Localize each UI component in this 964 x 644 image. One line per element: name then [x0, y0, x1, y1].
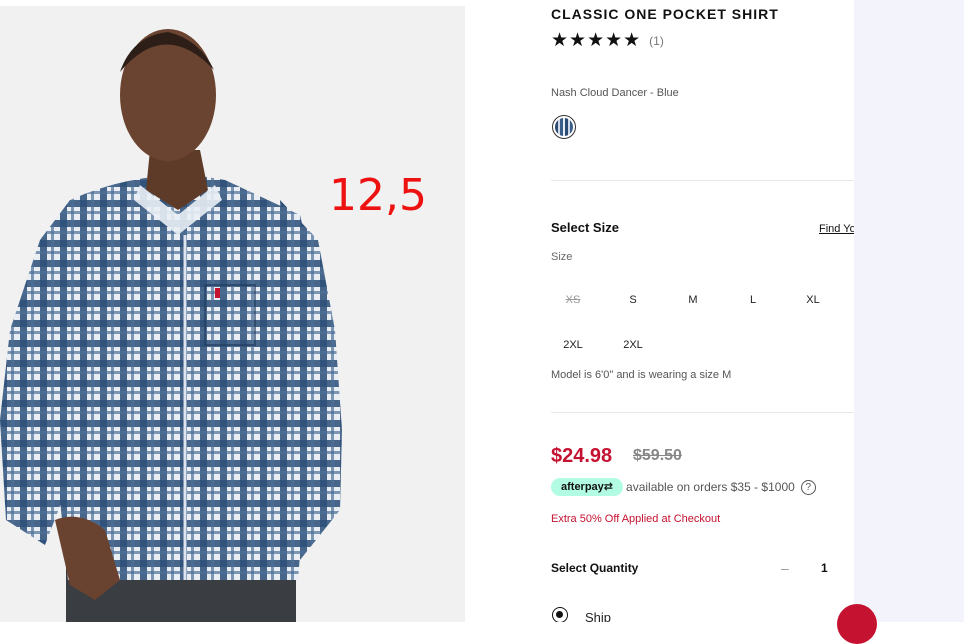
- select-quantity-label: Select Quantity: [551, 561, 639, 575]
- divider: [551, 180, 854, 181]
- product-title: CLASSIC ONE POCKET SHIRT: [551, 6, 779, 22]
- product-image[interactable]: 12,5: [0, 0, 465, 622]
- sale-price: $24.98: [551, 445, 613, 467]
- size-option-2xl[interactable]: 2XL: [551, 339, 595, 351]
- size-option-2xl-alt[interactable]: 2XL: [611, 339, 655, 351]
- quantity-decrement-button[interactable]: –: [781, 560, 789, 576]
- quantity-value[interactable]: 1: [821, 561, 828, 575]
- promo-message: Extra 50% Off Applied at Checkout: [551, 513, 721, 525]
- ship-radio[interactable]: [552, 607, 568, 622]
- ship-label[interactable]: Ship: [585, 610, 611, 622]
- afterpay-text: available on orders $35 - $1000: [626, 480, 795, 494]
- divider: [551, 412, 854, 413]
- product-rating[interactable]: ★★★★★ (1): [551, 31, 664, 51]
- afterpay-logo[interactable]: afterpay⇄: [551, 478, 624, 496]
- model-size-note: Model is 6'0" and is wearing a size M: [551, 369, 732, 381]
- plaid-swatch-icon: [555, 118, 573, 136]
- product-info-panel: CLASSIC ONE POCKET SHIRT ★★★★★ (1) Nash …: [551, 0, 854, 622]
- size-option-s[interactable]: S: [611, 294, 655, 306]
- find-your-size-link[interactable]: Find Yo: [819, 223, 854, 235]
- size-option-l[interactable]: L: [731, 294, 775, 306]
- size-option-m[interactable]: M: [671, 294, 715, 306]
- size-label: Size: [551, 251, 573, 263]
- red-action-button-edge[interactable]: [837, 604, 877, 644]
- star-rating-icon: ★★★★★: [551, 30, 642, 51]
- right-gutter: [854, 0, 964, 622]
- original-price: $59.50: [633, 447, 682, 464]
- color-swatch[interactable]: [552, 115, 576, 139]
- review-count[interactable]: (1): [649, 34, 664, 48]
- help-icon[interactable]: ?: [800, 479, 816, 495]
- select-size-heading: Select Size: [551, 220, 619, 235]
- color-name: Nash Cloud Dancer - Blue: [551, 87, 679, 99]
- model-photo: [0, 29, 342, 622]
- size-option-xs[interactable]: XS: [551, 294, 595, 306]
- price-annotation: 12,5: [329, 170, 427, 221]
- size-option-xl[interactable]: XL: [791, 294, 835, 306]
- afterpay-row: afterpay⇄ available on orders $35 - $100…: [551, 478, 816, 496]
